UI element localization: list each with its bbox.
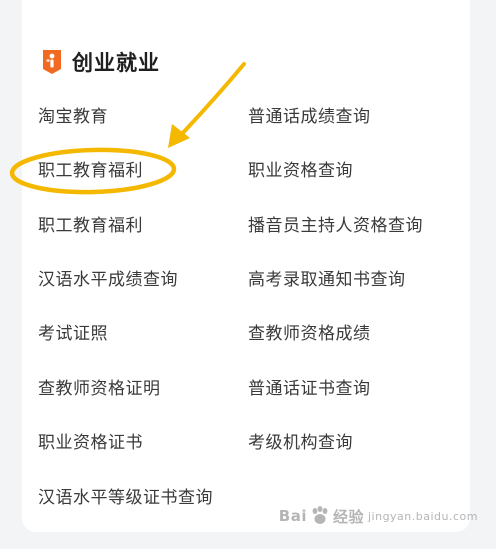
watermark-brand-left: Bai (278, 507, 307, 525)
link-teacher-qualification-proof[interactable]: 查教师资格证明 (38, 378, 161, 400)
link-exam-certificates[interactable]: 考试证照 (38, 323, 108, 345)
section-title: 创业就业 (72, 51, 160, 75)
link-worker-education-benefits-2[interactable]: 职工教育福利 (38, 215, 143, 237)
watermark-brand-right: 经验 (332, 507, 364, 526)
link-admission-notice-query[interactable]: 高考录取通知书查询 (248, 269, 406, 291)
career-badge-icon (43, 50, 61, 74)
link-putonghua-certificate-query[interactable]: 普通话证书查询 (248, 378, 371, 400)
link-worker-education-benefits-1[interactable]: 职工教育福利 (38, 160, 143, 182)
link-grading-institution-query[interactable]: 考级机构查询 (248, 432, 353, 454)
link-professional-qualification-query[interactable]: 职业资格查询 (248, 160, 353, 182)
paw-icon (312, 506, 328, 524)
link-taobao-education[interactable]: 淘宝教育 (38, 106, 108, 128)
section-header: 创业就业 (40, 46, 160, 78)
link-putonghua-score-query[interactable]: 普通话成绩查询 (248, 106, 371, 128)
watermark-domain: jingyan.baidu.com (367, 509, 478, 523)
link-broadcaster-qualification-query[interactable]: 播音员主持人资格查询 (248, 215, 423, 237)
baidu-jingyan-watermark: Bai 经验 jingyan.baidu.com (279, 505, 478, 527)
link-teacher-qualification-score[interactable]: 查教师资格成绩 (248, 323, 371, 345)
link-hsk-score-query[interactable]: 汉语水平成绩查询 (38, 269, 178, 291)
link-professional-certificate[interactable]: 职业资格证书 (38, 432, 143, 454)
link-hsk-certificate-query[interactable]: 汉语水平等级证书查询 (38, 487, 213, 509)
